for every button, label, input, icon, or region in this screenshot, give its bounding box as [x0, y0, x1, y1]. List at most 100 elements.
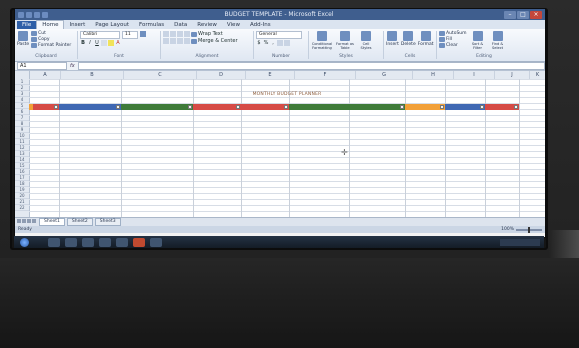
percent-button[interactable]: %: [263, 40, 269, 46]
cell-area[interactable]: MONTHLY BUDGET PLANNER ✛: [29, 79, 545, 217]
tab-data[interactable]: Data: [169, 21, 192, 29]
underline-button[interactable]: U: [94, 40, 100, 46]
sheet-tab-sheet2[interactable]: Sheet2: [66, 218, 93, 226]
column-header[interactable]: A: [30, 71, 61, 79]
currency-button[interactable]: $: [256, 40, 262, 46]
delete-cells-button[interactable]: Delete: [401, 31, 416, 47]
column-header[interactable]: J: [495, 71, 530, 79]
column-header[interactable]: H: [413, 71, 454, 79]
column-header[interactable]: K: [530, 71, 545, 79]
tab-insert[interactable]: Insert: [64, 21, 90, 29]
decrease-decimal-icon[interactable]: [284, 40, 290, 46]
header-cell-blue[interactable]: [59, 104, 121, 110]
column-header[interactable]: G: [356, 71, 413, 79]
paste-button[interactable]: Paste: [17, 31, 29, 47]
tab-home[interactable]: Home: [36, 20, 65, 29]
filter-dropdown-icon[interactable]: [284, 105, 288, 109]
header-cell-red[interactable]: [33, 104, 59, 110]
merge-center-button[interactable]: Merge & Center: [191, 38, 238, 44]
header-cell-red[interactable]: [241, 104, 289, 110]
name-box[interactable]: A1: [17, 62, 67, 70]
autosum-button[interactable]: AutoSum: [439, 31, 467, 36]
tab-file[interactable]: File: [17, 21, 37, 29]
taskbar-app-icon[interactable]: [48, 237, 60, 247]
header-cell-green[interactable]: [121, 104, 193, 110]
last-sheet-icon[interactable]: [32, 219, 36, 223]
italic-button[interactable]: I: [87, 40, 93, 46]
column-header[interactable]: C: [124, 71, 197, 79]
filter-dropdown-icon[interactable]: [236, 105, 240, 109]
tab-view[interactable]: View: [222, 21, 245, 29]
align-bottom-icon[interactable]: [177, 31, 183, 37]
find-select-button[interactable]: Find & Select: [489, 31, 507, 50]
close-button[interactable]: ×: [530, 10, 542, 19]
font-name-select[interactable]: Calibri: [80, 31, 120, 39]
fill-color-icon[interactable]: [108, 40, 114, 46]
header-cell-orange[interactable]: [405, 104, 445, 110]
minimize-button[interactable]: –: [504, 10, 516, 19]
comma-button[interactable]: ,: [270, 40, 276, 46]
tab-add-ins[interactable]: Add-Ins: [245, 21, 276, 29]
redo-icon[interactable]: [42, 11, 48, 18]
align-top-icon[interactable]: [163, 31, 169, 37]
taskbar-app-icon[interactable]: [65, 237, 77, 247]
filter-dropdown-icon[interactable]: [54, 105, 58, 109]
header-cell-green[interactable]: [289, 104, 405, 110]
header-cell-red[interactable]: [193, 104, 241, 110]
worksheet-grid[interactable]: A B C D E F G H I J K 1 2 3 4 5 6 7 8 9 10 11 12 13 1…: [15, 71, 545, 217]
format-as-table-button[interactable]: Format as Table: [335, 31, 355, 50]
taskbar-excel-icon[interactable]: [133, 237, 145, 247]
align-middle-icon[interactable]: [170, 31, 176, 37]
taskbar-app-icon[interactable]: [116, 237, 128, 247]
fill-button[interactable]: Fill: [439, 37, 467, 42]
align-left-icon[interactable]: [163, 38, 169, 44]
column-header[interactable]: B: [61, 71, 124, 79]
save-icon[interactable]: [26, 11, 32, 18]
conditional-formatting-button[interactable]: Conditional Formatting: [311, 31, 333, 50]
number-format-select[interactable]: General: [256, 31, 302, 39]
prev-sheet-icon[interactable]: [22, 219, 26, 223]
filter-dropdown-icon[interactable]: [480, 105, 484, 109]
column-header[interactable]: F: [295, 71, 356, 79]
column-header[interactable]: E: [246, 71, 295, 79]
sheet-tab-sheet1[interactable]: Sheet1: [39, 218, 65, 226]
first-sheet-icon[interactable]: [17, 219, 21, 223]
grow-font-icon[interactable]: [140, 31, 146, 37]
format-painter-button[interactable]: Format Painter: [31, 43, 71, 48]
zoom-slider[interactable]: [516, 226, 542, 233]
header-cell-red[interactable]: [485, 104, 519, 110]
filter-dropdown-icon[interactable]: [116, 105, 120, 109]
wrap-text-button[interactable]: Wrap Text: [191, 31, 223, 37]
font-color-icon[interactable]: A: [115, 40, 121, 46]
header-cell-blue[interactable]: [445, 104, 485, 110]
filter-dropdown-icon[interactable]: [514, 105, 518, 109]
orientation-icon[interactable]: [184, 31, 190, 37]
start-button[interactable]: [20, 237, 29, 247]
bold-button[interactable]: B: [80, 40, 86, 46]
sort-filter-button[interactable]: Sort & Filter: [469, 31, 487, 50]
align-right-icon[interactable]: [177, 38, 183, 44]
filter-dropdown-icon[interactable]: [188, 105, 192, 109]
filter-dropdown-icon[interactable]: [400, 105, 404, 109]
fx-icon[interactable]: fx: [70, 63, 75, 69]
select-all-corner[interactable]: [15, 71, 30, 79]
column-header[interactable]: I: [454, 71, 495, 79]
increase-decimal-icon[interactable]: [277, 40, 283, 46]
cut-button[interactable]: Cut: [31, 31, 71, 36]
next-sheet-icon[interactable]: [27, 219, 31, 223]
formula-input[interactable]: [77, 62, 545, 70]
font-size-select[interactable]: 11: [122, 31, 138, 39]
copy-button[interactable]: Copy: [31, 37, 71, 42]
maximize-button[interactable]: □: [517, 10, 529, 19]
format-cells-button[interactable]: Format: [418, 31, 434, 47]
align-center-icon[interactable]: [170, 38, 176, 44]
taskbar-app-icon[interactable]: [82, 237, 94, 247]
tab-page-layout[interactable]: Page Layout: [90, 21, 134, 29]
tab-review[interactable]: Review: [192, 21, 222, 29]
clear-button[interactable]: Clear: [439, 43, 467, 48]
sheet-tab-sheet3[interactable]: Sheet3: [94, 218, 121, 226]
column-header[interactable]: D: [197, 71, 246, 79]
tab-formulas[interactable]: Formulas: [134, 21, 169, 29]
row-header[interactable]: 22: [15, 205, 29, 211]
insert-cells-button[interactable]: Insert: [386, 31, 399, 47]
